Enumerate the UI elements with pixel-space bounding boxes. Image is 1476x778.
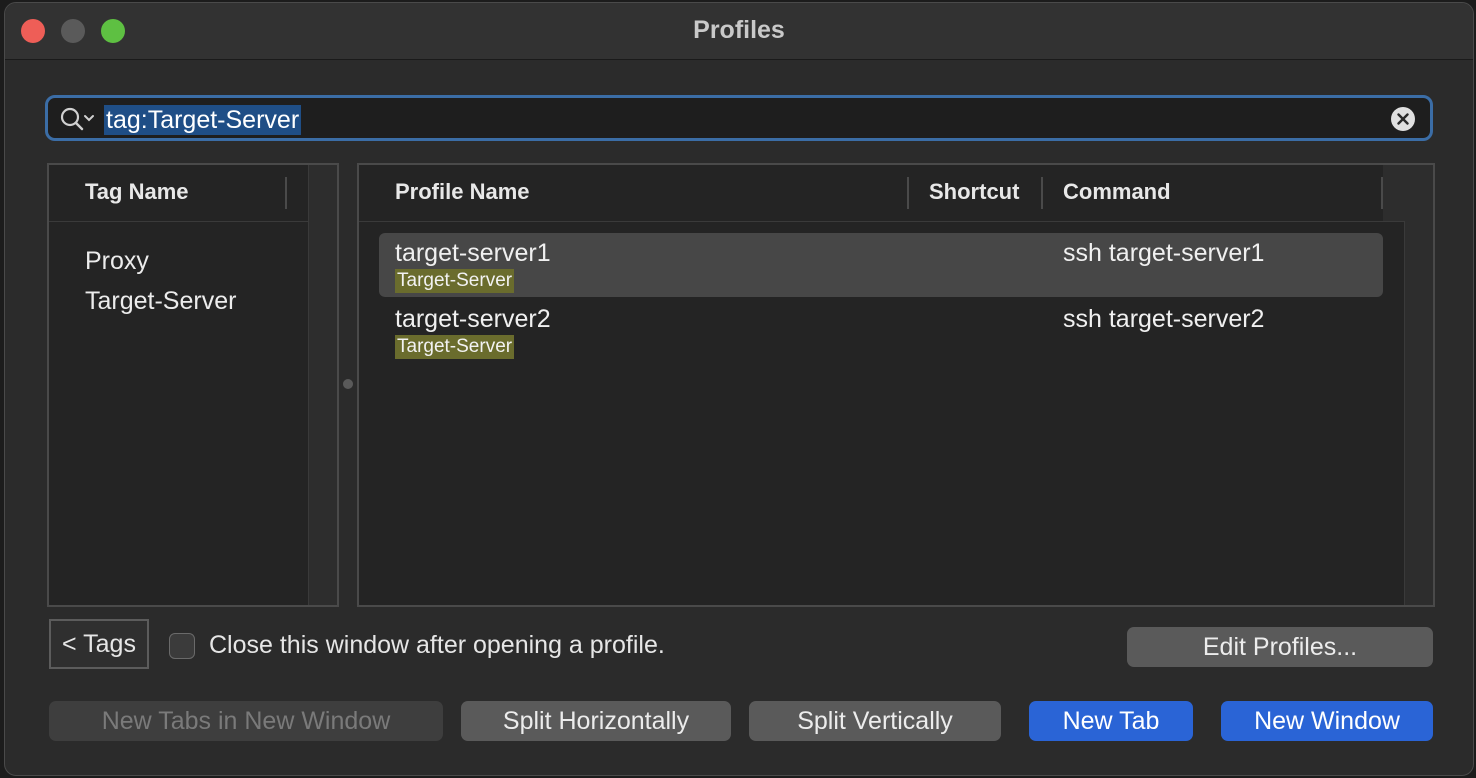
profiles-window: Profiles tag:Target-Server Tag Name Prox… xyxy=(4,2,1474,776)
title-bar: Profiles xyxy=(5,3,1473,60)
tags-scrollbar[interactable] xyxy=(308,165,337,605)
profile-row[interactable]: target-server2 Target-Server ssh target-… xyxy=(379,299,1383,363)
edit-profiles-button[interactable]: Edit Profiles... xyxy=(1127,627,1433,667)
close-after-open-label[interactable]: Close this window after opening a profil… xyxy=(209,631,665,660)
clear-search-icon[interactable] xyxy=(1390,106,1416,132)
column-divider[interactable] xyxy=(285,177,287,209)
profile-tag-badge: Target-Server xyxy=(395,335,515,359)
close-after-open-checkbox[interactable] xyxy=(169,633,195,659)
profile-name: target-server1 xyxy=(395,239,551,267)
toggle-tags-button[interactable]: < Tags xyxy=(49,619,149,669)
search-icon[interactable] xyxy=(58,104,98,134)
profiles-scrollbar[interactable] xyxy=(1404,221,1433,605)
tag-item-target-server[interactable]: Target-Server xyxy=(85,287,236,316)
profile-name: target-server2 xyxy=(395,305,551,333)
profile-row[interactable]: target-server1 Target-Server ssh target-… xyxy=(379,233,1383,297)
column-divider[interactable] xyxy=(1041,177,1043,209)
profile-command: ssh target-server1 xyxy=(1063,239,1265,267)
header-filler xyxy=(1383,165,1433,221)
profiles-header: Profile Name Shortcut Command xyxy=(359,165,1433,222)
split-vertically-button[interactable]: Split Vertically xyxy=(749,701,1001,741)
search-input[interactable]: tag:Target-Server xyxy=(104,105,302,135)
split-horizontally-button[interactable]: Split Horizontally xyxy=(461,701,731,741)
tags-panel: Tag Name Proxy Target-Server xyxy=(47,163,339,607)
column-divider[interactable] xyxy=(907,177,909,209)
profile-tag-badge: Target-Server xyxy=(395,269,515,293)
new-window-button[interactable]: New Window xyxy=(1221,701,1433,741)
search-field[interactable]: tag:Target-Server xyxy=(45,95,1433,141)
profile-name-column-header[interactable]: Profile Name xyxy=(395,179,530,205)
tag-name-column-header[interactable]: Tag Name xyxy=(85,179,189,205)
tags-header: Tag Name xyxy=(49,165,337,222)
profile-command: ssh target-server2 xyxy=(1063,305,1265,333)
tag-item-proxy[interactable]: Proxy xyxy=(85,247,149,276)
panel-splitter[interactable] xyxy=(343,379,353,389)
command-column-header[interactable]: Command xyxy=(1063,179,1171,205)
shortcut-column-header[interactable]: Shortcut xyxy=(929,179,1019,205)
profiles-panel: Profile Name Shortcut Command target-ser… xyxy=(357,163,1435,607)
new-tabs-in-new-window-button[interactable]: New Tabs in New Window xyxy=(49,701,443,741)
window-title: Profiles xyxy=(693,16,785,44)
new-tab-button[interactable]: New Tab xyxy=(1029,701,1193,741)
